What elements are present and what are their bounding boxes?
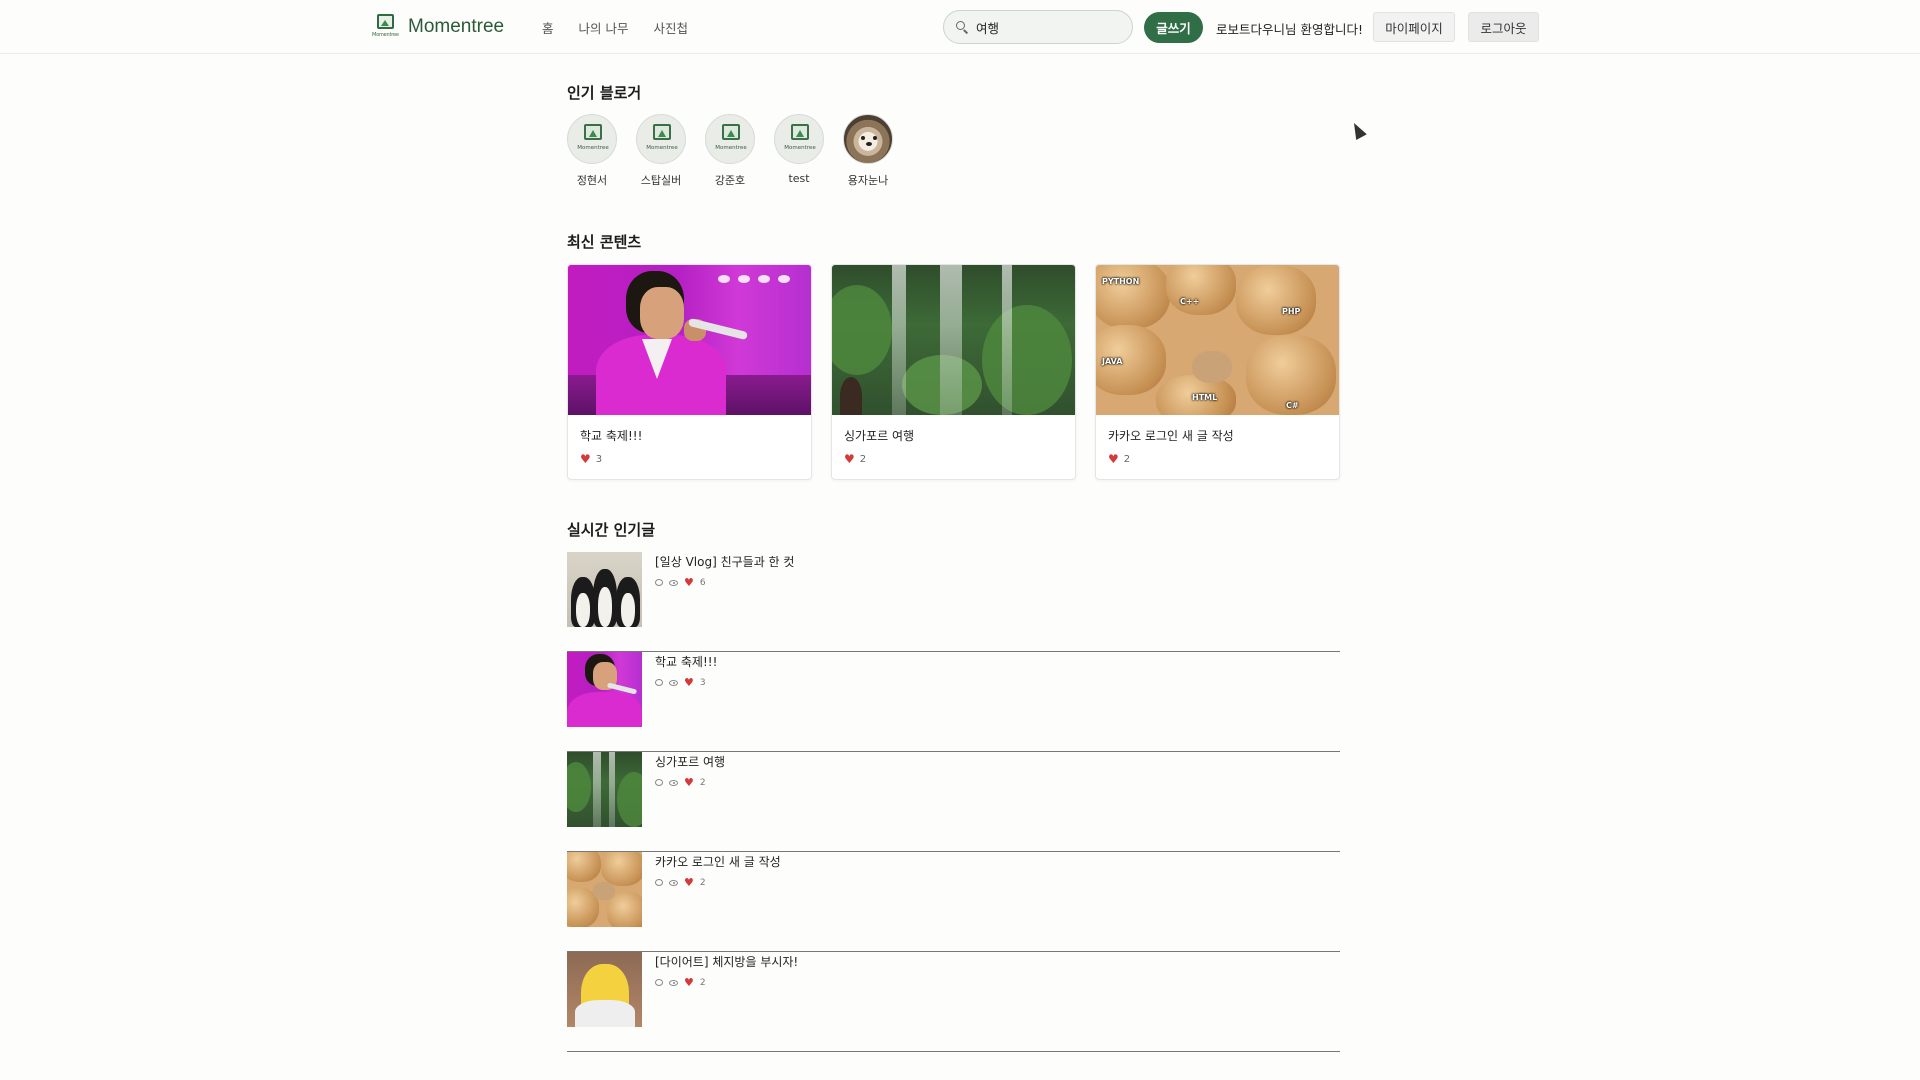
like-count: ♥ 2 <box>844 452 867 466</box>
nav-album[interactable]: 사진첩 <box>654 18 689 37</box>
blogger-item[interactable]: Momentree 강준호 <box>705 114 755 188</box>
heart-icon: ♥ <box>844 452 855 466</box>
main-nav: 홈 나의 나무 사진첩 <box>542 18 688 37</box>
comment-icon <box>655 679 663 686</box>
search-input[interactable] <box>976 19 1116 35</box>
heart-icon: ♥ <box>684 876 694 889</box>
nav-my-tree[interactable]: 나의 나무 <box>579 18 629 37</box>
bread-cat-thumbnail <box>567 852 642 927</box>
bread-label: C# <box>1286 401 1299 410</box>
like-count: ♥ 3 <box>580 452 603 466</box>
comment-icon <box>655 879 663 886</box>
post-title: 싱가포르 여행 <box>655 755 726 769</box>
concert-thumbnail <box>568 265 811 415</box>
mouse-cursor-icon <box>1348 120 1367 140</box>
eye-icon <box>669 979 678 986</box>
penguins-thumbnail <box>567 552 642 627</box>
bread-label: HTML <box>1192 393 1218 402</box>
eye-icon <box>669 879 678 886</box>
list-item[interactable]: 학교 축제!!! ♥ 3 <box>567 652 1340 752</box>
bread-label: PHP <box>1282 307 1301 316</box>
avatar: Momentree <box>567 114 617 164</box>
card-title: 싱가포르 여행 <box>844 429 915 443</box>
bread-cat-thumbnail: PYTHON C++ PHP JAVA HTML C# <box>1096 265 1339 415</box>
card-title: 학교 축제!!! <box>580 429 643 443</box>
like-count: 3 <box>699 677 706 688</box>
post-stats: ♥ 2 <box>655 777 725 788</box>
blogger-name: 정현서 <box>576 174 608 187</box>
list-item[interactable]: 싱가포르 여행 ♥ 2 <box>567 752 1340 852</box>
garden-thumbnail <box>567 752 642 827</box>
comment-icon <box>655 579 663 586</box>
blogger-item[interactable]: Momentree 정현서 <box>567 114 617 188</box>
realtime-popular-title: 실시간 인기글 <box>567 521 656 539</box>
content-card[interactable]: 싱가포르 여행 ♥ 2 <box>831 264 1076 480</box>
post-stats: ♥ 2 <box>655 977 798 988</box>
search-box[interactable] <box>943 10 1133 44</box>
post-title: 학교 축제!!! <box>655 655 718 669</box>
bread-label: PYTHON <box>1102 277 1140 286</box>
homer-thumbnail <box>567 952 642 1027</box>
nav-home[interactable]: 홈 <box>542 18 554 37</box>
bread-label: JAVA <box>1102 357 1123 366</box>
eye-icon <box>669 679 678 686</box>
blogger-name: 용자눈나 <box>847 174 889 187</box>
avatar-dog-photo <box>843 114 893 164</box>
like-count: 2 <box>699 977 706 988</box>
heart-icon: ♥ <box>1108 452 1119 466</box>
post-title: [다이어트] 체지방을 부시자! <box>655 955 799 969</box>
concert-thumbnail <box>567 652 642 727</box>
logo-text: Momentree <box>408 16 505 37</box>
momentree-logo-icon: Momentree <box>372 14 400 40</box>
bread-label: C++ <box>1180 297 1200 306</box>
content-card[interactable]: 학교 축제!!! ♥ 3 <box>567 264 812 480</box>
avatar: Momentree <box>774 114 824 164</box>
post-title: [일상 Vlog] 친구들과 한 컷 <box>655 555 795 569</box>
realtime-popular-list: [일상 Vlog] 친구들과 한 컷 ♥ 6 학교 축제!!! ♥ 3 싱가포르… <box>567 552 1340 1052</box>
logout-button[interactable]: 로그아웃 <box>1468 12 1539 42</box>
avatar: Momentree <box>636 114 686 164</box>
heart-icon: ♥ <box>684 776 694 789</box>
latest-content-title: 최신 콘텐츠 <box>567 233 642 251</box>
blogger-item[interactable]: Momentree test <box>774 114 824 188</box>
heart-icon: ♥ <box>684 976 694 989</box>
like-count: 2 <box>699 877 706 888</box>
comment-icon <box>655 979 663 986</box>
like-count: ♥ 2 <box>1108 452 1131 466</box>
list-item[interactable]: 카카오 로그인 새 글 작성 ♥ 2 <box>567 852 1340 952</box>
card-title: 카카오 로그인 새 글 작성 <box>1108 429 1234 443</box>
like-count: 6 <box>699 577 706 588</box>
post-title: 카카오 로그인 새 글 작성 <box>655 855 781 869</box>
avatar: Momentree <box>705 114 755 164</box>
logo-link[interactable]: Momentree Momentree <box>372 14 504 40</box>
like-count: 2 <box>699 777 706 788</box>
list-item[interactable]: [다이어트] 체지방을 부시자! ♥ 2 <box>567 952 1340 1052</box>
heart-icon: ♥ <box>684 676 694 689</box>
blogger-item[interactable]: Momentree 스탑실버 <box>636 114 686 188</box>
comment-icon <box>655 779 663 786</box>
popular-bloggers-title: 인기 블로거 <box>567 84 642 102</box>
content-card[interactable]: PYTHON C++ PHP JAVA HTML C# 카카오 로그인 새 글 … <box>1095 264 1340 480</box>
post-stats: ♥ 3 <box>655 677 717 688</box>
eye-icon <box>669 579 678 586</box>
list-item[interactable]: [일상 Vlog] 친구들과 한 컷 ♥ 6 <box>567 552 1340 652</box>
heart-icon: ♥ <box>684 576 694 589</box>
latest-content-cards: 학교 축제!!! ♥ 3 싱가포르 여행 ♥ 2 PYTHON C++ PHP JA… <box>567 264 1340 480</box>
garden-thumbnail <box>832 265 1075 415</box>
search-icon <box>956 21 969 34</box>
blogger-name: 강준호 <box>714 174 746 187</box>
post-stats: ♥ 2 <box>655 877 781 888</box>
heart-icon: ♥ <box>580 452 591 466</box>
eye-icon <box>669 779 678 786</box>
blogger-name: 스탑실버 <box>640 174 682 187</box>
popular-bloggers-list: Momentree 정현서 Momentree 스탑실버 Momentree 강… <box>567 114 893 188</box>
welcome-message: 로보트다우니님 환영합니다! <box>1216 22 1363 37</box>
post-stats: ♥ 6 <box>655 577 794 588</box>
top-navigation-bar: Momentree Momentree 홈 나의 나무 사진첩 글쓰기 로보트다… <box>0 0 1920 54</box>
blogger-item[interactable]: 용자눈나 <box>843 114 893 188</box>
blogger-name: test <box>788 172 810 185</box>
write-button[interactable]: 글쓰기 <box>1144 12 1203 43</box>
mypage-button[interactable]: 마이페이지 <box>1373 12 1455 42</box>
